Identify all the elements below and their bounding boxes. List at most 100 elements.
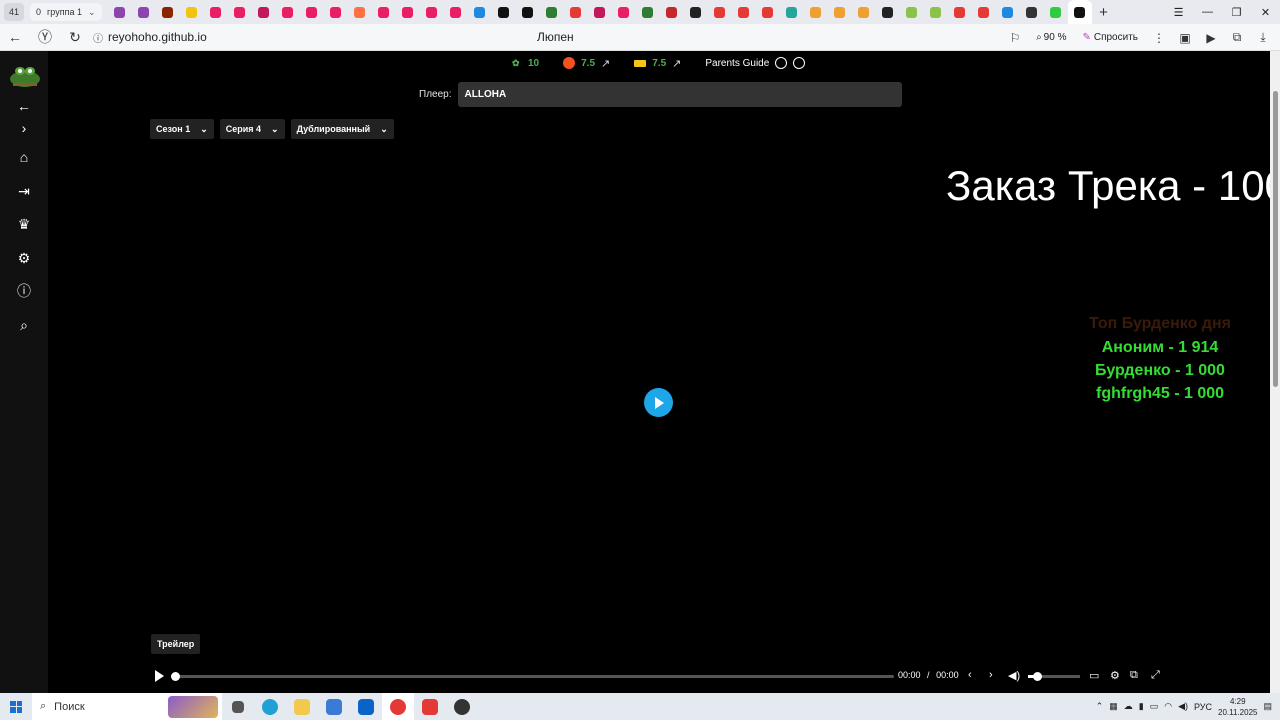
clock-icon[interactable]	[793, 57, 806, 69]
chevron-right-icon[interactable]: ›	[989, 669, 993, 681]
tab-favicon[interactable]	[444, 0, 468, 24]
voice-select[interactable]: Дублированный ⌄	[290, 119, 394, 139]
tab-favicon[interactable]	[900, 0, 924, 24]
explorer-icon[interactable]	[286, 693, 318, 720]
tab-favicon[interactable]	[324, 0, 348, 24]
speaker-icon[interactable]: ◀)	[1178, 701, 1188, 712]
tab-favicon[interactable]	[636, 0, 660, 24]
outlook-icon[interactable]	[350, 693, 382, 720]
tab-favicon[interactable]	[300, 0, 324, 24]
subtitles-icon[interactable]: ▭	[1089, 669, 1099, 682]
trailer-button[interactable]: Трейлер	[151, 634, 201, 654]
wifi-icon[interactable]: ◠	[1164, 701, 1172, 712]
minimize-button[interactable]: —	[1193, 0, 1222, 24]
url-field[interactable]: reyohoho.github.io	[108, 30, 207, 44]
frog-logo-icon[interactable]	[9, 63, 41, 89]
external-link-icon[interactable]: ↗	[672, 57, 681, 70]
progress-handle[interactable]	[171, 672, 180, 681]
edge-icon[interactable]	[254, 693, 286, 720]
tab-favicon[interactable]	[108, 0, 132, 24]
tab-count-badge[interactable]: 41	[4, 3, 24, 21]
download-icon[interactable]: ⤓	[1252, 27, 1274, 49]
tab-favicon[interactable]	[780, 0, 804, 24]
tab-favicon[interactable]	[972, 0, 996, 24]
scrollbar[interactable]	[1270, 51, 1280, 693]
login-icon[interactable]: ⇥	[14, 181, 34, 201]
zoom-indicator[interactable]: ⌕ 90 %	[1030, 32, 1072, 43]
cloud-icon[interactable]: ☁	[1124, 701, 1133, 712]
tab-favicon[interactable]	[252, 0, 276, 24]
tab-favicon[interactable]	[588, 0, 612, 24]
task-view-icon[interactable]	[222, 693, 254, 720]
ask-button[interactable]: ✎ Спросить	[1076, 32, 1144, 43]
tab-favicon[interactable]	[852, 0, 876, 24]
notification-icon[interactable]: ▤	[1263, 701, 1272, 712]
bookmark-icon[interactable]: ⚐	[1004, 27, 1026, 49]
external-link-icon[interactable]: ↗	[601, 57, 610, 70]
menu-icon[interactable]: ☰	[1164, 0, 1193, 24]
tab-favicon[interactable]	[228, 0, 252, 24]
settings-icon[interactable]: ⚙	[1110, 669, 1120, 682]
tab-favicon[interactable]	[420, 0, 444, 24]
arrow-left-icon[interactable]: ←	[14, 96, 34, 116]
gear-icon[interactable]: ⚙	[14, 248, 34, 268]
tab-favicon[interactable]	[180, 0, 204, 24]
collections-icon[interactable]: ⧉	[1226, 27, 1248, 49]
close-button[interactable]: ✕	[1251, 0, 1280, 24]
parents-guide[interactable]: Parents Guide	[705, 57, 806, 69]
tab-favicon[interactable]	[156, 0, 180, 24]
tab-favicon[interactable]	[996, 0, 1020, 24]
store-icon[interactable]	[318, 693, 350, 720]
tab-favicon[interactable]	[684, 0, 708, 24]
volume-icon[interactable]: ◀)	[1008, 669, 1020, 682]
tab-favicon[interactable]	[1044, 0, 1068, 24]
chevron-right-icon[interactable]: ›	[14, 118, 34, 138]
restore-button[interactable]: ❐	[1222, 0, 1251, 24]
volume-handle[interactable]	[1032, 672, 1042, 681]
more-icon[interactable]: ⋮	[1148, 27, 1170, 49]
trophy-icon[interactable]: ♛	[14, 214, 34, 234]
tab-favicon[interactable]	[612, 0, 636, 24]
play-icon[interactable]	[155, 670, 164, 682]
new-tab-button[interactable]: +	[1092, 0, 1116, 24]
popout-icon[interactable]: ⧉	[1130, 669, 1138, 682]
network-icon[interactable]: ▦	[1109, 701, 1118, 712]
progress-bar[interactable]	[171, 672, 894, 681]
mic-icon[interactable]: ▮	[1139, 701, 1144, 712]
tab-favicon[interactable]	[348, 0, 372, 24]
tab-favicon[interactable]	[876, 0, 900, 24]
tab-group[interactable]: 0 группа 1 ⌄	[30, 3, 102, 21]
tab-favicon[interactable]	[660, 0, 684, 24]
clock[interactable]: 4:29 20.11.2025	[1218, 696, 1257, 718]
reload-button[interactable]: ↻	[60, 24, 90, 51]
player-select[interactable]: ALLOHA	[457, 82, 902, 107]
taskbar-search[interactable]: ⌕ Поиск	[32, 693, 222, 720]
tab-favicon[interactable]	[276, 0, 300, 24]
tab-favicon[interactable]	[132, 0, 156, 24]
back-button[interactable]: ←	[0, 24, 30, 51]
chevron-left-icon[interactable]: ‹	[968, 669, 972, 681]
tab-favicon[interactable]	[396, 0, 420, 24]
tab-favicon[interactable]	[1020, 0, 1044, 24]
yandex-icon[interactable]: Ⓨ	[30, 24, 60, 51]
tab-favicon[interactable]	[804, 0, 828, 24]
site-info-icon[interactable]: ⓘ	[90, 24, 106, 51]
search-icon[interactable]: ⌕	[14, 315, 34, 335]
tab-favicon[interactable]	[516, 0, 540, 24]
tab-favicon[interactable]	[1067, 0, 1092, 24]
lang-indicator[interactable]: РУС	[1194, 702, 1212, 712]
tab-favicon[interactable]	[372, 0, 396, 24]
yandex-browser-icon[interactable]	[382, 693, 414, 720]
tab-favicon[interactable]	[708, 0, 732, 24]
tab-favicon[interactable]	[564, 0, 588, 24]
media-icon[interactable]: ▶	[1200, 27, 1222, 49]
episode-select[interactable]: Серия 4 ⌄	[219, 119, 285, 139]
chevron-up-icon[interactable]: ⌃	[1096, 701, 1104, 712]
tab-favicon[interactable]	[732, 0, 756, 24]
scroll-thumb[interactable]	[1273, 91, 1278, 387]
volume-slider[interactable]	[1028, 672, 1080, 681]
tab-favicon[interactable]	[204, 0, 228, 24]
start-button[interactable]	[0, 693, 32, 720]
fullscreen-icon[interactable]: ⤢	[1151, 669, 1160, 682]
home-icon[interactable]: ⌂	[14, 147, 34, 167]
